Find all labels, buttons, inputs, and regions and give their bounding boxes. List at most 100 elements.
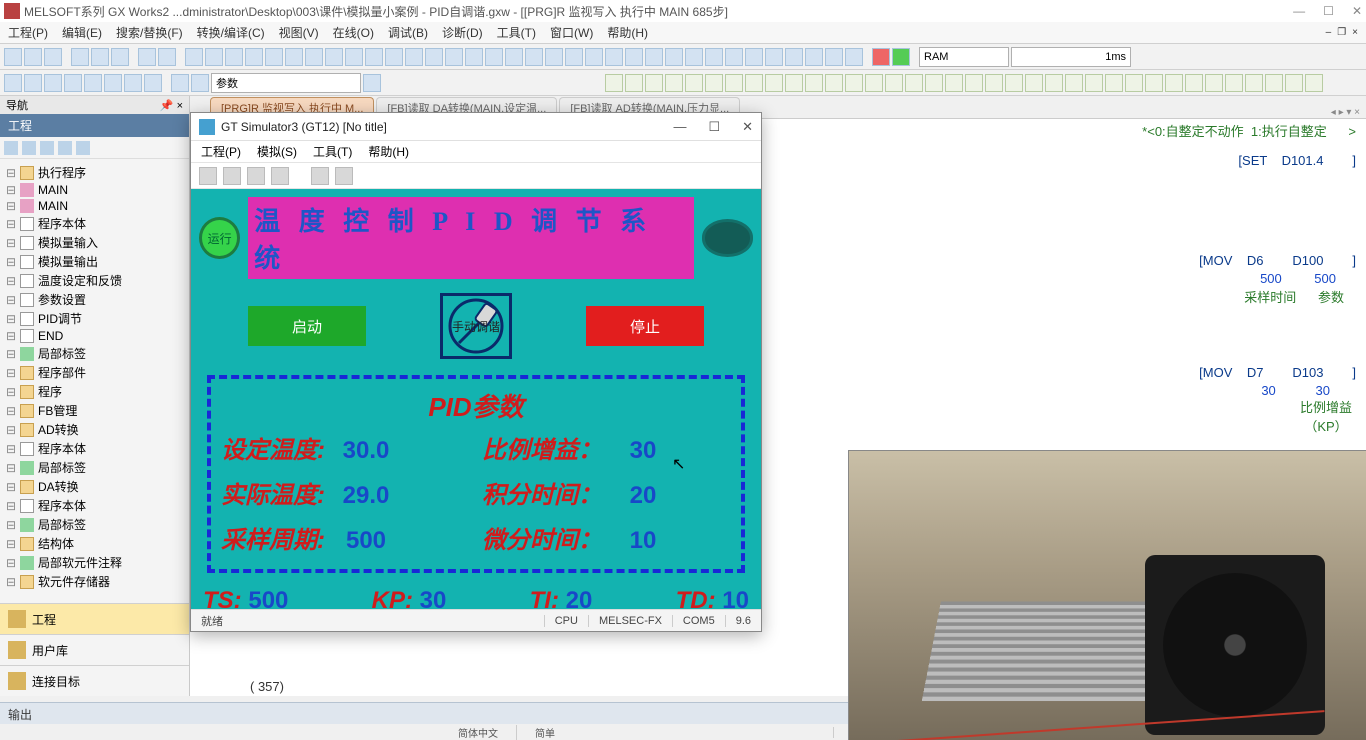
tool-icon[interactable]	[225, 48, 243, 66]
tool-new-icon[interactable]	[4, 48, 22, 66]
pid-param-cell[interactable]: 设定温度:30.0	[221, 430, 470, 465]
tree-node[interactable]: ⊟模拟量输入	[2, 233, 187, 252]
tool-icon[interactable]	[745, 48, 763, 66]
tool-icon[interactable]	[665, 48, 683, 66]
tree-node[interactable]: ⊟FB管理	[2, 401, 187, 420]
menu-window[interactable]: 窗口(W)	[550, 24, 593, 41]
tool-icon[interactable]	[585, 48, 603, 66]
tree-node[interactable]: ⊟DA转换	[2, 477, 187, 496]
nav-tool-icon[interactable]	[58, 141, 72, 155]
maximize-button[interactable]: ☐	[1323, 4, 1334, 18]
project-tree[interactable]: ⊟执行程序⊟MAIN⊟MAIN⊟程序本体⊟模拟量输入⊟模拟量输出⊟温度设定和反馈…	[0, 159, 189, 603]
tree-node[interactable]: ⊟程序本体	[2, 439, 187, 458]
menu-view[interactable]: 视图(V)	[279, 24, 319, 41]
sim-min-button[interactable]: —	[673, 119, 686, 135]
menu-tools[interactable]: 工具(T)	[497, 24, 536, 41]
sim-tool-icon[interactable]	[199, 167, 217, 185]
pid-param-cell[interactable]: 实际温度:29.0	[221, 475, 470, 510]
tool-icon[interactable]	[345, 48, 363, 66]
tool-f-icon[interactable]	[665, 74, 683, 92]
menu-debug[interactable]: 调试(B)	[388, 24, 428, 41]
tool-f-icon[interactable]	[1145, 74, 1163, 92]
tool-f-icon[interactable]	[785, 74, 803, 92]
tool-f-icon[interactable]	[765, 74, 783, 92]
tree-node[interactable]: ⊟结构体	[2, 534, 187, 553]
tool-f-icon[interactable]	[685, 74, 703, 92]
tool-icon[interactable]	[845, 48, 863, 66]
tree-node[interactable]: ⊟温度设定和反馈	[2, 271, 187, 290]
tool-f-icon[interactable]	[1025, 74, 1043, 92]
tool-icon[interactable]	[185, 48, 203, 66]
nav-tool-icon[interactable]	[4, 141, 18, 155]
tool-f-icon[interactable]	[1245, 74, 1263, 92]
tool-icon[interactable]	[645, 48, 663, 66]
tool-icon[interactable]	[84, 74, 102, 92]
tree-node[interactable]: ⊟MAIN	[2, 182, 187, 198]
sim-tool-icon[interactable]	[311, 167, 329, 185]
tool-icon[interactable]	[265, 48, 283, 66]
sim-titlebar[interactable]: GT Simulator3 (GT12) [No title] — ☐ ✕	[191, 113, 761, 141]
tool-icon[interactable]	[625, 48, 643, 66]
tool-cut-icon[interactable]	[71, 48, 89, 66]
stop-button[interactable]: 停止	[586, 306, 704, 346]
mdi-restore[interactable]: ❐	[1337, 27, 1346, 38]
tool-icon[interactable]	[24, 74, 42, 92]
tool-f-icon[interactable]	[645, 74, 663, 92]
tool-icon[interactable]	[305, 48, 323, 66]
ram-combo[interactable]: RAM	[919, 47, 1009, 67]
mdi-close[interactable]: ×	[1352, 27, 1358, 38]
nav-tool-icon[interactable]	[76, 141, 90, 155]
tool-icon[interactable]	[825, 48, 843, 66]
tool-icon[interactable]	[705, 48, 723, 66]
sim-tool-icon[interactable]	[271, 167, 289, 185]
nav-tool-icon[interactable]	[40, 141, 54, 155]
tree-node[interactable]: ⊟执行程序	[2, 163, 187, 182]
tool-icon[interactable]	[405, 48, 423, 66]
tool-icon[interactable]	[805, 48, 823, 66]
tree-node[interactable]: ⊟软元件存储器	[2, 572, 187, 591]
tool-icon[interactable]	[565, 48, 583, 66]
tool-icon[interactable]	[505, 48, 523, 66]
tool-icon[interactable]	[245, 48, 263, 66]
tree-node[interactable]: ⊟程序部件	[2, 363, 187, 382]
tool-cut2-icon[interactable]	[171, 74, 189, 92]
param-combo[interactable]: 参数	[211, 73, 361, 93]
tool-icon[interactable]	[385, 48, 403, 66]
tool-icon[interactable]	[605, 48, 623, 66]
tree-node[interactable]: ⊟局部软元件注释	[2, 553, 187, 572]
sim-tool-icon[interactable]	[335, 167, 353, 185]
tool-icon[interactable]	[525, 48, 543, 66]
pid-param-cell[interactable]: 比例增益：30	[482, 430, 731, 465]
menu-diagnose[interactable]: 诊断(D)	[442, 24, 483, 41]
menu-online[interactable]: 在线(O)	[333, 24, 374, 41]
tool-copy-icon[interactable]	[91, 48, 109, 66]
tool-f-icon[interactable]	[705, 74, 723, 92]
simulator-window[interactable]: GT Simulator3 (GT12) [No title] — ☐ ✕ 工程…	[190, 112, 762, 632]
sim-menu-tools[interactable]: 工具(T)	[313, 143, 352, 160]
tool-icon[interactable]	[365, 48, 383, 66]
tool-f-icon[interactable]	[1165, 74, 1183, 92]
tool-f-icon[interactable]	[745, 74, 763, 92]
tool-icon[interactable]	[485, 48, 503, 66]
tool-icon[interactable]	[104, 74, 122, 92]
tool-f-icon[interactable]	[1005, 74, 1023, 92]
time-combo[interactable]: 1ms	[1011, 47, 1131, 67]
sim-menu-simulate[interactable]: 模拟(S)	[257, 143, 297, 160]
tree-node[interactable]: ⊟模拟量输出	[2, 252, 187, 271]
minimize-button[interactable]: —	[1293, 4, 1305, 18]
tree-node[interactable]: ⊟MAIN	[2, 198, 187, 214]
tool-icon[interactable]	[205, 48, 223, 66]
sim-menu-project[interactable]: 工程(P)	[201, 143, 241, 160]
pid-param-cell[interactable]: 积分时间：20	[482, 475, 731, 510]
sim-close-button[interactable]: ✕	[742, 119, 753, 135]
tool-icon[interactable]	[285, 48, 303, 66]
tool-f-icon[interactable]	[925, 74, 943, 92]
tool-icon[interactable]	[425, 48, 443, 66]
pid-param-cell[interactable]: 采样周期:500	[221, 520, 470, 555]
tool-icon[interactable]	[124, 74, 142, 92]
tool-f-icon[interactable]	[985, 74, 1003, 92]
tool-f-icon[interactable]	[945, 74, 963, 92]
tree-node[interactable]: ⊟END	[2, 328, 187, 344]
tree-node[interactable]: ⊟AD转换	[2, 420, 187, 439]
tool-f-icon[interactable]	[1285, 74, 1303, 92]
